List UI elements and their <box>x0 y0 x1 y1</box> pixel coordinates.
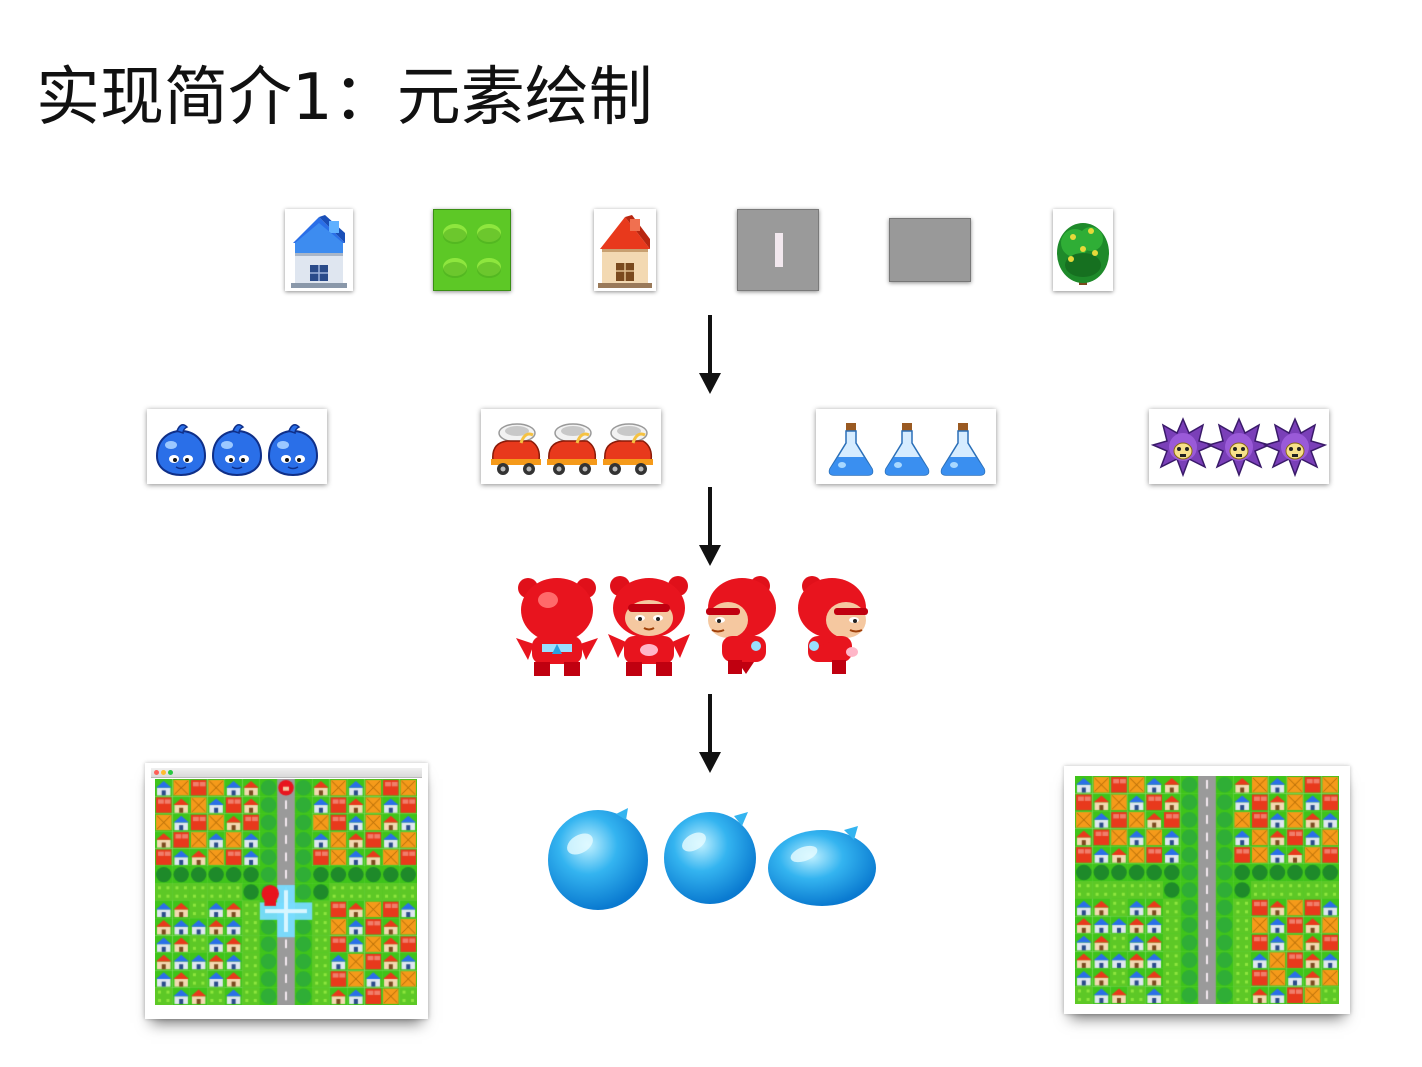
character-side-right-icon <box>798 576 868 674</box>
tile-blue-house <box>285 209 353 291</box>
item-strip-speed-shoe <box>481 409 661 484</box>
page-title: 实现简介1：元素绘制 <box>36 61 653 135</box>
water-bubble-large-icon <box>548 808 648 910</box>
blue-house-tile-icon <box>285 209 353 291</box>
down-arrow-icon <box>699 487 721 566</box>
tile-tree <box>1053 209 1113 291</box>
game-map-screenshot-playing <box>145 763 428 1019</box>
tile-gray-block <box>889 218 971 282</box>
spike-bomb-item-icon <box>1149 409 1329 484</box>
window-title-bar <box>151 768 422 778</box>
item-strip-potion <box>816 409 996 484</box>
character-front-icon <box>608 576 690 676</box>
map-canvas <box>1075 776 1339 1004</box>
down-arrow-icon <box>699 694 721 773</box>
water-bubble-medium-icon <box>664 812 756 904</box>
window-close-dot <box>154 770 159 775</box>
window-minimize-dot <box>161 770 166 775</box>
character-side-left-icon <box>706 576 776 674</box>
game-map-screenshot-empty <box>1064 766 1350 1014</box>
water-bubble-sprites <box>546 804 886 920</box>
tile-red-house <box>594 209 656 291</box>
character-sprites <box>514 574 876 686</box>
tile-green-brick <box>433 209 511 291</box>
down-arrow-icon <box>699 315 721 394</box>
water-bomb-item-icon <box>147 409 327 484</box>
map-canvas <box>155 779 417 1005</box>
potion-item-icon <box>816 409 996 484</box>
tree-tile-icon <box>1053 209 1113 291</box>
window-maximize-dot <box>168 770 173 775</box>
speed-shoe-item-icon <box>481 409 661 484</box>
item-strip-water-bomb <box>147 409 327 484</box>
item-strip-spike-bomb <box>1149 409 1329 484</box>
green-brick-tile-icon <box>433 209 511 291</box>
gray-block-tile-icon <box>889 218 971 282</box>
water-bubble-squashed-icon <box>768 826 876 906</box>
red-house-tile-icon <box>594 209 656 291</box>
tile-gray-road <box>737 209 819 291</box>
gray-road-tile-icon <box>737 209 819 291</box>
character-back-icon <box>516 578 598 676</box>
